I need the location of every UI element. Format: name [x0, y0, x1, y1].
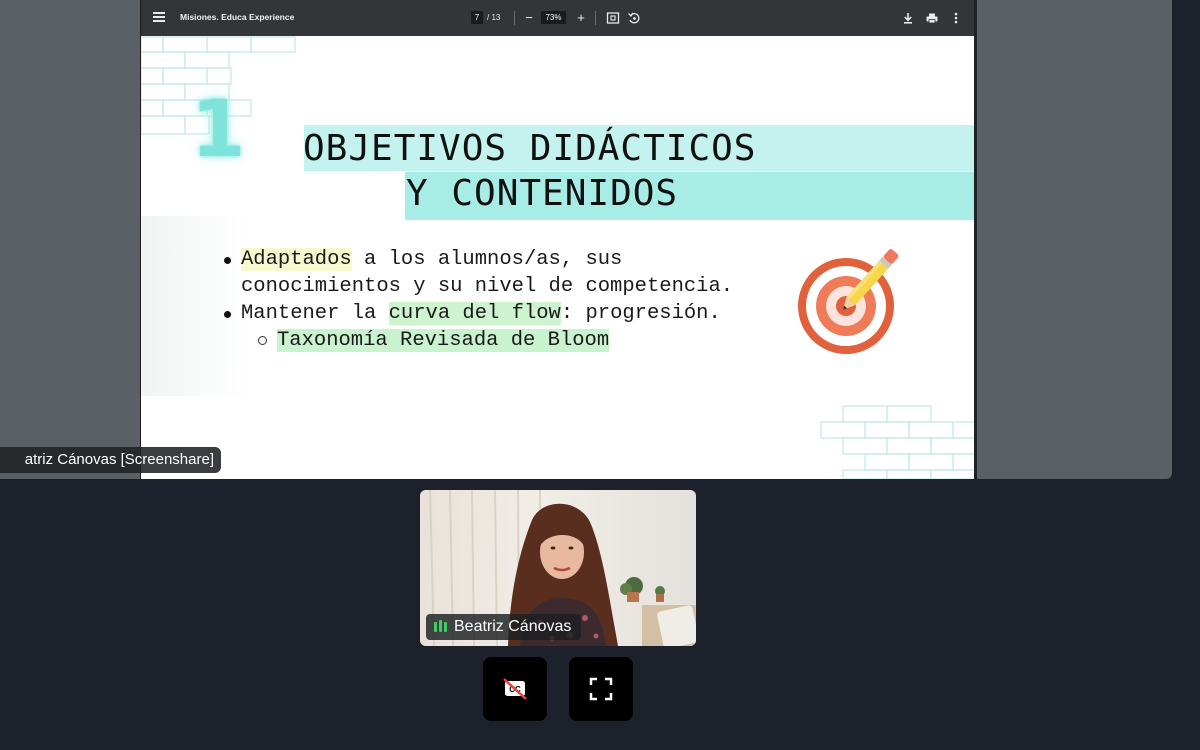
highlight-curva-del-flow: curva del flow	[388, 302, 561, 325]
toolbar-divider	[595, 11, 596, 25]
bullet-item-1-line2: conocimientos y su nivel de competencia.	[241, 275, 734, 298]
viewer-edge	[974, 0, 977, 479]
sub-bullet-circle	[258, 336, 267, 345]
highlight-adaptados: Adaptados	[241, 248, 352, 271]
slide-title-line2: Y CONTENIDOS	[406, 173, 679, 214]
brick-wall-decoration	[820, 405, 976, 479]
zoom-level-input[interactable]: 73%	[541, 11, 566, 24]
more-options-icon[interactable]	[949, 10, 963, 26]
fit-to-page-icon[interactable]	[606, 10, 620, 26]
decorative-shadow	[141, 216, 251, 396]
bullet-item-1-line1: Adaptados a los alumnos/as, sus	[241, 246, 622, 273]
pdf-toolbar: Misiones. Educa Experience 7 / 13 − 73% …	[141, 0, 976, 36]
screenshare-label: atriz Cánovas [Screenshare]	[0, 447, 221, 473]
bullet-dot	[224, 311, 231, 318]
page-number-input[interactable]: 7	[471, 11, 483, 24]
captions-off-icon: CC	[503, 678, 527, 700]
slide-number-graphic: 1	[191, 85, 246, 175]
fullscreen-button[interactable]	[569, 657, 633, 721]
print-icon[interactable]	[925, 10, 939, 26]
audio-level-icon	[434, 620, 448, 632]
rotate-icon[interactable]	[627, 10, 641, 26]
participant-video-tile[interactable]: Beatriz Cánovas	[420, 490, 696, 646]
bullet-text: a los alumnos/as, sus	[351, 248, 623, 271]
zoom-in-button[interactable]: +	[574, 10, 588, 26]
zoom-out-button[interactable]: −	[522, 10, 536, 26]
bullet-text: Mantener la	[241, 302, 389, 325]
fullscreen-icon	[589, 677, 613, 701]
sub-bullet-item: Taxonomía Revisada de Bloom	[277, 327, 610, 354]
download-icon[interactable]	[901, 10, 915, 26]
presentation-slide: 1 OBJETIVOS DIDÁCTICOS Y CONTENIDOS Adap…	[141, 36, 976, 479]
bullet-item-2: Mantener la curva del flow: progresión.	[241, 300, 721, 327]
captions-toggle-button[interactable]: CC	[483, 657, 547, 721]
bullet-text: : progresión.	[560, 302, 721, 325]
toolbar-divider	[514, 11, 515, 25]
pdf-viewer: Misiones. Educa Experience 7 / 13 − 73% …	[141, 0, 976, 479]
target-pencil-illustration	[798, 249, 899, 354]
document-title: Misiones. Educa Experience	[180, 12, 295, 22]
highlight-bloom: Taxonomía Revisada de Bloom	[277, 329, 610, 352]
page-total: / 13	[487, 13, 501, 22]
slide-title-line1: OBJETIVOS DIDÁCTICOS	[303, 128, 757, 169]
participant-name-tag: Beatriz Cánovas	[426, 614, 582, 640]
participant-name: Beatriz Cánovas	[454, 618, 572, 635]
screenshare-stage: Misiones. Educa Experience 7 / 13 − 73% …	[0, 0, 1172, 479]
menu-icon[interactable]	[153, 10, 167, 26]
bullet-dot	[224, 257, 231, 264]
screenshare-label-text: atriz Cánovas [Screenshare]	[24, 451, 214, 468]
